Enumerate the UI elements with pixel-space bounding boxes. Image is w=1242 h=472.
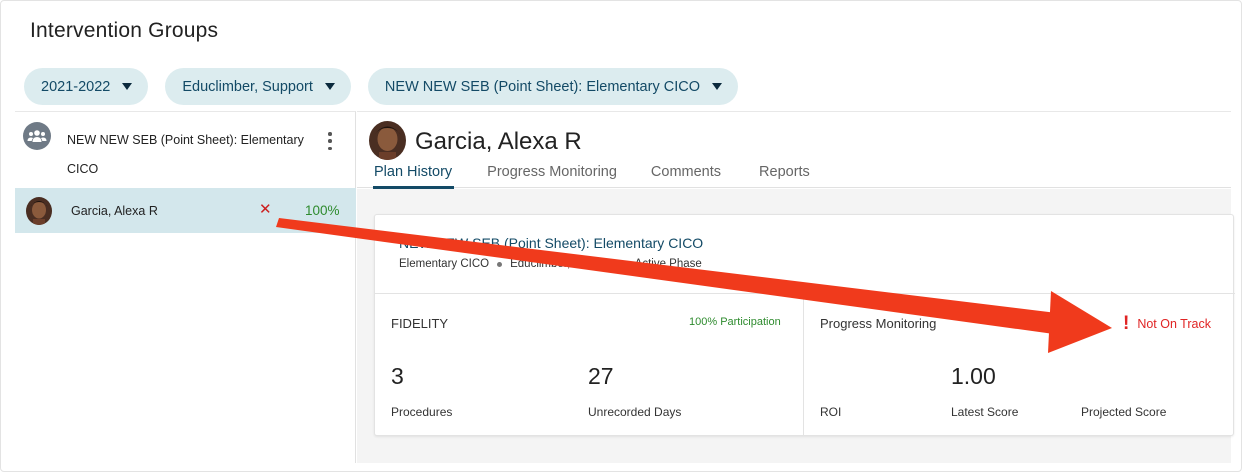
plan-card: NEW NEW SEB (Point Sheet): Elementary CI… — [374, 214, 1235, 436]
progress-monitoring-heading: Progress Monitoring — [820, 316, 937, 331]
status-badge: ! Not On Track — [1123, 313, 1211, 335]
separator-dot — [621, 261, 627, 267]
student-header: Garcia, Alexa R Plan History Progress Mo… — [357, 111, 1231, 189]
school-year-filter[interactable]: 2021-2022 — [24, 68, 149, 105]
student-name-heading: Garcia, Alexa R — [415, 128, 582, 155]
group-filter-label: NEW NEW SEB (Point Sheet): Elementary CI… — [384, 78, 700, 95]
participation-text: 100% Participation — [689, 316, 781, 328]
close-icon[interactable]: ✕ — [259, 200, 272, 218]
procedures-value: 3 — [391, 363, 404, 389]
avatar — [369, 121, 406, 160]
group-icon — [23, 122, 51, 150]
plan-meta: Elementary CICO Educlimber, Support Acti… — [399, 258, 702, 270]
separator-dot — [497, 261, 503, 267]
caret-down-icon — [711, 83, 722, 90]
tier-filter[interactable]: Educlimber, Support — [165, 68, 351, 105]
plan-meta-tier: Educlimber, Support — [510, 258, 614, 270]
latest-score-label: Latest Score — [951, 405, 1019, 419]
caret-down-icon — [122, 83, 133, 90]
caret-down-icon — [324, 83, 335, 90]
participation-percent: 100% — [305, 203, 340, 218]
divider — [803, 294, 804, 436]
roi-label: ROI — [820, 405, 842, 419]
school-year-label: 2021-2022 — [41, 78, 111, 95]
group-filter[interactable]: NEW NEW SEB (Point Sheet): Elementary CI… — [367, 68, 738, 105]
tab-reports[interactable]: Reports — [759, 164, 810, 189]
plan-title: NEW NEW SEB (Point Sheet): Elementary CI… — [399, 235, 704, 251]
student-list-item[interactable]: Garcia, Alexa R ✕ 100% — [15, 188, 356, 233]
exclamation-icon: ! — [1123, 313, 1130, 334]
tab-comments[interactable]: Comments — [651, 164, 721, 189]
tab-plan-history[interactable]: Plan History — [372, 164, 455, 189]
divider — [375, 293, 1235, 294]
plan-meta-intervention: Elementary CICO — [399, 258, 490, 270]
unrecorded-days-value: 27 — [588, 363, 614, 389]
sidebar: NEW NEW SEB (Point Sheet): Elementary CI… — [15, 111, 356, 463]
group-header[interactable]: NEW NEW SEB (Point Sheet): Elementary CI… — [15, 112, 356, 187]
unrecorded-days-label: Unrecorded Days — [588, 405, 682, 419]
app-window: Intervention Groups 2021-2022 Educlimber… — [0, 0, 1242, 472]
student-detail-panel: Garcia, Alexa R Plan History Progress Mo… — [357, 111, 1235, 463]
more-options-icon[interactable] — [320, 130, 340, 152]
group-name: NEW NEW SEB (Point Sheet): Elementary CI… — [67, 133, 304, 176]
tab-progress-monitoring[interactable]: Progress Monitoring — [487, 164, 617, 189]
avatar — [26, 197, 52, 225]
plan-meta-phase: Active Phase — [634, 258, 702, 270]
latest-score-value: 1.00 — [951, 363, 996, 389]
filter-bar: 2021-2022 Educlimber, Support NEW NEW SE… — [24, 68, 738, 105]
student-name: Garcia, Alexa R — [71, 204, 158, 218]
tier-label: Educlimber, Support — [182, 78, 313, 95]
page-title: Intervention Groups — [30, 19, 219, 42]
fidelity-heading: FIDELITY — [391, 316, 449, 331]
procedures-label: Procedures — [391, 405, 453, 419]
projected-score-label: Projected Score — [1081, 405, 1167, 419]
tab-bar: Plan History Progress Monitoring Comment… — [357, 164, 810, 189]
status-text: Not On Track — [1137, 317, 1211, 331]
